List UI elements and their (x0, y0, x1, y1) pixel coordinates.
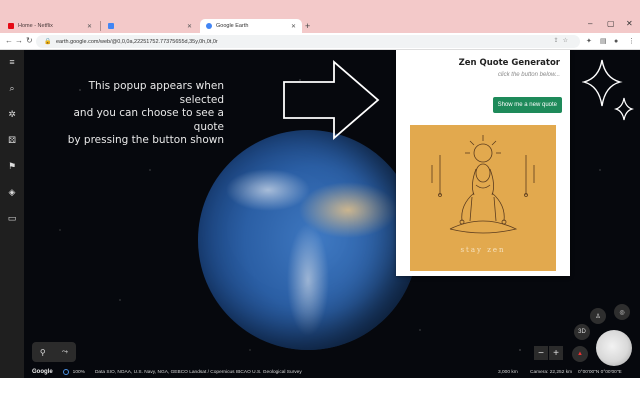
status-bar: Google 100% Data SIO, NOAA, U.S. Navy, N… (24, 366, 640, 378)
close-tab-icon[interactable]: ✕ (291, 23, 296, 30)
zoom-level: 100% (72, 369, 85, 375)
profile-avatar-icon[interactable]: ● (614, 36, 618, 47)
new-tab-button[interactable]: + (305, 20, 310, 32)
pegman-icon[interactable]: ♙ (590, 308, 606, 324)
scale-label: 3,000 km (498, 369, 518, 375)
sparkle-icon (582, 59, 634, 121)
google-logo: Google (32, 369, 53, 375)
annotation-text: This popup appears when selected and you… (67, 80, 224, 146)
extensions-icon[interactable]: ✦ (586, 36, 592, 47)
tab-google-earth[interactable]: Google Earth ✕ (200, 19, 302, 33)
tab-blank[interactable]: ✕ (102, 19, 198, 33)
search-icon[interactable]: ⌕ (4, 80, 20, 96)
arrow-right-icon (283, 60, 380, 140)
earth-viewport[interactable]: ≡ ⌕ ✲ ⚄ ⚑ ◈ ▭ This popup appears when se… (0, 50, 640, 378)
map-style-controls: ⚲ ⤳ (32, 342, 76, 362)
browser-menu-icon[interactable]: ⋮ (628, 36, 635, 47)
view-3d-button[interactable]: 3D (574, 324, 590, 340)
new-quote-button[interactable]: Show me a new quote (492, 97, 562, 113)
zoom-in-button[interactable]: + (549, 346, 563, 360)
address-bar[interactable]: 🔒 earth.google.com/web/@0,0,0a,22251752.… (36, 35, 580, 48)
popup-hint: click the button below... (497, 72, 560, 78)
tab-netflix[interactable]: Home - Netflix ✕ (2, 19, 98, 33)
earth-sidebar: ≡ ⌕ ✲ ⚄ ⚑ ◈ ▭ (0, 50, 24, 378)
zoom-out-button[interactable]: − (534, 346, 548, 360)
browser-toolbar: ← → ↻ 🔒 earth.google.com/web/@0,0,0a,222… (0, 33, 640, 50)
maximize-icon[interactable]: ▢ (607, 18, 615, 30)
bookmark-star-icon[interactable]: ⇪☆ (554, 37, 572, 44)
earth-globe[interactable] (198, 130, 418, 350)
back-arrow-icon[interactable]: ← (5, 35, 13, 47)
bottom-margin (0, 378, 640, 400)
menu-icon[interactable]: ≡ (4, 54, 20, 70)
reading-list-icon[interactable]: ▤ (600, 36, 607, 47)
measure-icon[interactable]: ▭ (4, 210, 20, 226)
feeling-lucky-icon[interactable]: ⚄ (4, 132, 20, 148)
close-tab-icon[interactable]: ✕ (187, 23, 192, 30)
camera-altitude: Camera: 22,252 km (530, 369, 573, 375)
zen-caption: stay zen (460, 246, 506, 254)
page-favicon-icon (108, 23, 114, 29)
zen-meditation-image: stay zen (410, 125, 556, 271)
close-tab-icon[interactable]: ✕ (87, 23, 92, 30)
zen-quote-popup: Zen Quote Generator click the button bel… (396, 50, 570, 276)
location-pin-icon[interactable]: ⚲ (40, 348, 46, 357)
tab-title: Home - Netflix (18, 23, 53, 29)
tab-title: Google Earth (216, 23, 249, 29)
compass-icon[interactable]: ▲ (572, 346, 588, 362)
voyager-icon[interactable]: ✲ (4, 106, 20, 122)
my-location-icon[interactable]: ◎ (614, 304, 630, 320)
popup-title: Zen Quote Generator (458, 58, 560, 68)
attribution-text[interactable]: Data SIO, NOAA, U.S. Navy, NGA, GEBCO La… (95, 370, 302, 375)
coordinates: 0°00'00"N 0°00'00"E (578, 369, 622, 375)
netflix-favicon-icon (8, 23, 14, 29)
close-window-icon[interactable]: ✕ (626, 18, 633, 30)
projects-icon[interactable]: ⚑ (4, 158, 20, 174)
loading-indicator-icon (62, 369, 69, 375)
minimize-icon[interactable]: – (588, 18, 592, 30)
browser-tab-strip: Home - Netflix ✕ ✕ Google Earth ✕ + – ▢ … (0, 0, 640, 33)
url-text: earth.google.com/web/@0,0,0a,22251752.77… (56, 38, 218, 45)
mini-globe[interactable] (596, 330, 632, 366)
reload-icon[interactable]: ↻ (26, 35, 33, 47)
path-icon[interactable]: ⤳ (62, 347, 68, 357)
forward-arrow-icon[interactable]: → (15, 35, 23, 47)
lock-icon: 🔒 (44, 39, 52, 45)
layers-icon[interactable]: ◈ (4, 184, 20, 200)
google-earth-favicon-icon (206, 23, 212, 29)
